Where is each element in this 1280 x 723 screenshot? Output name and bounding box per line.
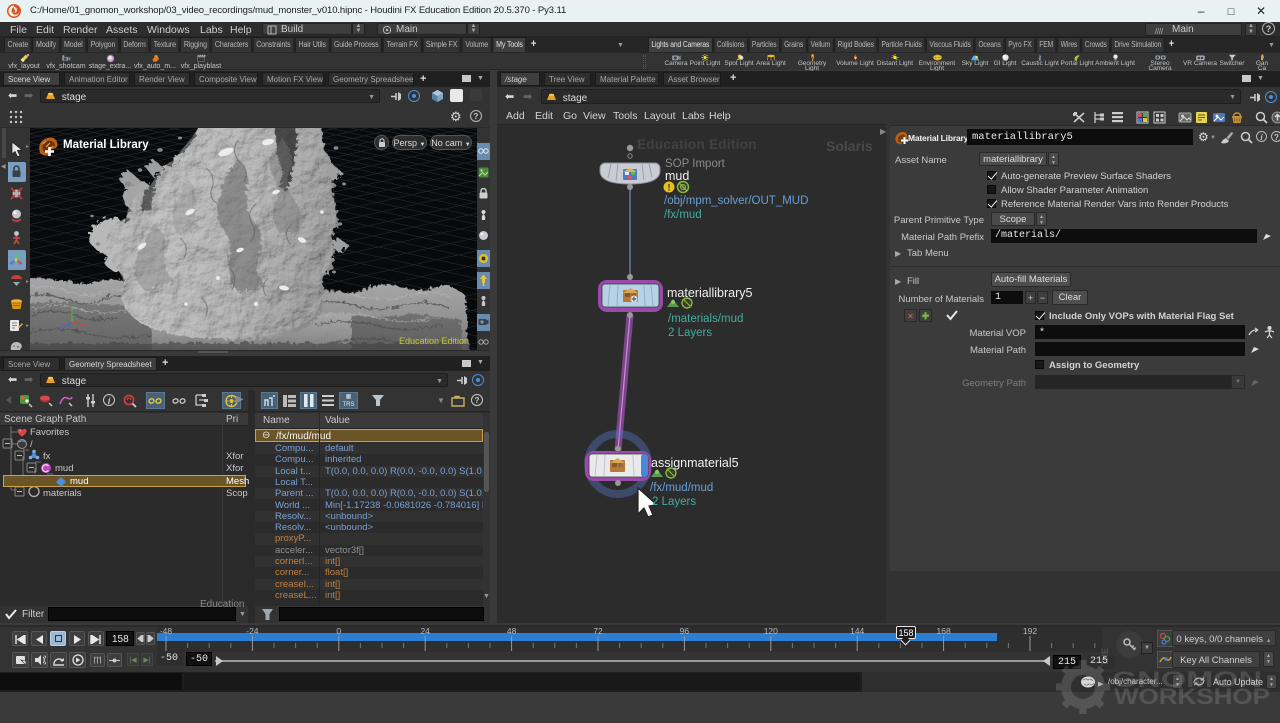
svg-text:72: 72 (593, 627, 603, 636)
svg-text:48: 48 (507, 627, 517, 636)
svg-text:144: 144 (850, 627, 864, 636)
svg-text:192: 192 (1023, 627, 1037, 636)
svg-text:168: 168 (937, 627, 951, 636)
svg-text:96: 96 (680, 627, 690, 636)
svg-text:!: ! (668, 183, 671, 193)
svg-text:120: 120 (764, 627, 778, 636)
svg-text:0: 0 (336, 627, 341, 636)
svg-text:24: 24 (420, 627, 430, 636)
svg-text:-48: -48 (160, 627, 173, 636)
svg-text:-24: -24 (246, 627, 259, 636)
